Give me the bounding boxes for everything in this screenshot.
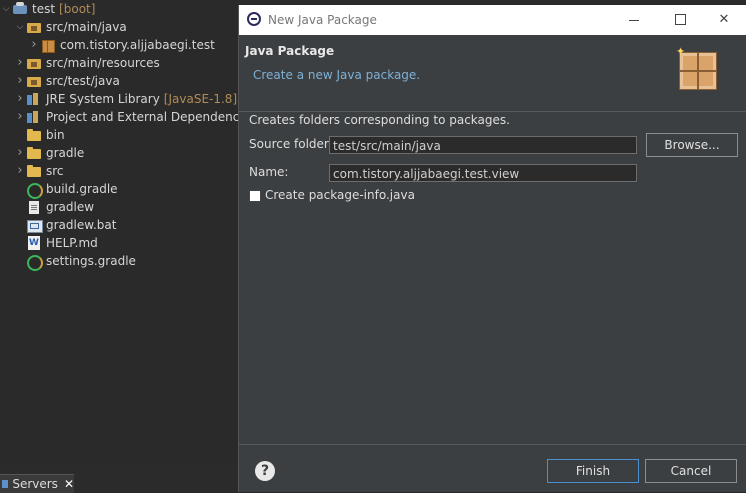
maximize-button[interactable] bbox=[657, 5, 703, 35]
create-package-info-checkbox[interactable] bbox=[249, 190, 261, 202]
dialog-titlebar[interactable]: New Java Package ✕ bbox=[239, 5, 746, 35]
tree-item-label: src bbox=[46, 164, 64, 178]
wizard-footer: ? Finish Cancel bbox=[239, 444, 746, 493]
wizard-body: Creates folders corresponding to package… bbox=[239, 112, 746, 444]
chevron-right-icon[interactable]: › bbox=[28, 36, 40, 54]
source-folder-input[interactable]: test/src/main/java bbox=[329, 136, 637, 154]
chevron-right-icon[interactable]: › bbox=[14, 54, 26, 72]
wizard-description: Create a new Java package. bbox=[253, 68, 421, 82]
tree-item-label: JRE System Library bbox=[46, 92, 160, 106]
chevron-down-icon[interactable]: ⌵ bbox=[0, 0, 12, 18]
finish-button-label: Finish bbox=[575, 464, 611, 478]
source-folder-label: Source folder: bbox=[249, 137, 333, 151]
cancel-button[interactable]: Cancel bbox=[645, 459, 737, 483]
library-icon bbox=[26, 110, 42, 124]
project-icon bbox=[12, 2, 28, 16]
package-folder-icon bbox=[26, 20, 42, 34]
name-label: Name: bbox=[249, 165, 289, 179]
library-icon bbox=[26, 92, 42, 106]
intro-text: Creates folders corresponding to package… bbox=[249, 113, 510, 127]
new-java-package-dialog: New Java Package ✕ Java Package Create a… bbox=[238, 5, 746, 492]
tree-item-decoration: [JavaSE-1.8] bbox=[163, 92, 238, 106]
file-icon bbox=[26, 200, 42, 214]
tree-item-label: src/main/java bbox=[46, 20, 127, 34]
chevron-right-icon[interactable]: › bbox=[14, 162, 26, 180]
name-input[interactable]: com.tistory.aljjabaegi.test.view bbox=[329, 164, 637, 182]
package-icon bbox=[40, 38, 56, 53]
servers-icon bbox=[2, 480, 9, 488]
close-button[interactable]: ✕ bbox=[701, 5, 746, 35]
tree-item[interactable]: › src/main/resources bbox=[0, 54, 160, 72]
chevron-right-icon[interactable]: › bbox=[14, 108, 26, 126]
tree-item[interactable]: bin bbox=[0, 126, 65, 144]
servers-tab[interactable]: Servers ✕ bbox=[0, 474, 74, 493]
chevron-right-icon[interactable]: › bbox=[14, 72, 26, 90]
minimize-button[interactable] bbox=[611, 5, 657, 35]
tree-item[interactable]: HELP.md bbox=[0, 234, 98, 252]
tree-item[interactable]: settings.gradle bbox=[0, 252, 136, 271]
tree-item[interactable]: › src/test/java bbox=[0, 72, 120, 90]
chevron-right-icon[interactable]: › bbox=[14, 90, 26, 108]
tree-item[interactable]: › com.tistory.aljjabaegi.test bbox=[0, 36, 215, 54]
gradle-icon bbox=[26, 182, 43, 199]
folder-icon bbox=[26, 128, 42, 142]
tree-item[interactable]: ⌵ test [boot] bbox=[0, 0, 95, 18]
tree-item[interactable]: gradlew.bat bbox=[0, 216, 116, 234]
tree-item-label: src/main/resources bbox=[46, 56, 160, 70]
tree-item-label: gradlew bbox=[46, 200, 95, 214]
tree-item-label: build.gradle bbox=[46, 182, 118, 196]
cancel-button-label: Cancel bbox=[670, 464, 712, 478]
tree-item-label: gradle bbox=[46, 146, 85, 160]
wizard-header: Java Package Create a new Java package. … bbox=[239, 35, 746, 112]
chevron-down-icon[interactable]: ⌵ bbox=[14, 18, 26, 36]
minimize-icon bbox=[629, 20, 639, 21]
tree-item-label: src/test/java bbox=[46, 74, 120, 88]
markdown-file-icon bbox=[26, 236, 42, 250]
sparkle-icon: ✦ bbox=[676, 45, 686, 58]
create-package-info-label[interactable]: Create package-info.java bbox=[265, 188, 415, 202]
wizard-title: Java Package bbox=[245, 44, 335, 58]
window-title: New Java Package bbox=[268, 13, 377, 27]
close-icon: ✕ bbox=[718, 12, 730, 27]
browse-button-label: Browse... bbox=[664, 138, 720, 152]
tree-item-label: test bbox=[32, 2, 56, 16]
tree-item-label: settings.gradle bbox=[46, 254, 136, 268]
tree-item-label: Project and External Dependencies bbox=[46, 110, 257, 124]
tree-item[interactable]: › Project and External Dependencies bbox=[0, 108, 256, 126]
eclipse-icon bbox=[247, 12, 261, 26]
package-folder-icon bbox=[26, 56, 42, 70]
tree-item[interactable]: build.gradle bbox=[0, 180, 118, 199]
tree-item-label: gradlew.bat bbox=[46, 218, 117, 232]
project-explorer: ⌵ test [boot] ⌵ src/main/java › com.tistory.al… bbox=[0, 0, 256, 462]
tree-item-decoration: [boot] bbox=[59, 2, 96, 16]
servers-tab-label: Servers bbox=[12, 477, 58, 491]
tree-item-label: com.tistory.aljjabaegi.test bbox=[60, 38, 215, 52]
bat-file-icon bbox=[26, 218, 43, 233]
tree-item-label: HELP.md bbox=[46, 236, 98, 250]
finish-button[interactable]: Finish bbox=[547, 459, 639, 483]
folder-icon bbox=[26, 164, 42, 178]
tree-item[interactable]: › JRE System Library [JavaSE-1.8] bbox=[0, 90, 237, 108]
tree-item[interactable]: ⌵ src/main/java bbox=[0, 18, 127, 36]
folder-icon bbox=[26, 146, 42, 160]
help-icon[interactable]: ? bbox=[255, 461, 275, 481]
tree-item[interactable]: › src bbox=[0, 162, 64, 180]
browse-button[interactable]: Browse... bbox=[646, 133, 738, 157]
tree-item[interactable]: gradlew bbox=[0, 198, 94, 216]
gradle-icon bbox=[26, 254, 43, 271]
maximize-icon bbox=[675, 14, 686, 25]
tree-item[interactable]: › gradle bbox=[0, 144, 84, 162]
package-wizard-icon: ✦ bbox=[676, 46, 717, 90]
close-icon[interactable]: ✕ bbox=[64, 477, 74, 491]
package-folder-icon bbox=[26, 74, 42, 88]
chevron-right-icon[interactable]: › bbox=[14, 144, 26, 162]
tree-item-label: bin bbox=[46, 128, 65, 142]
